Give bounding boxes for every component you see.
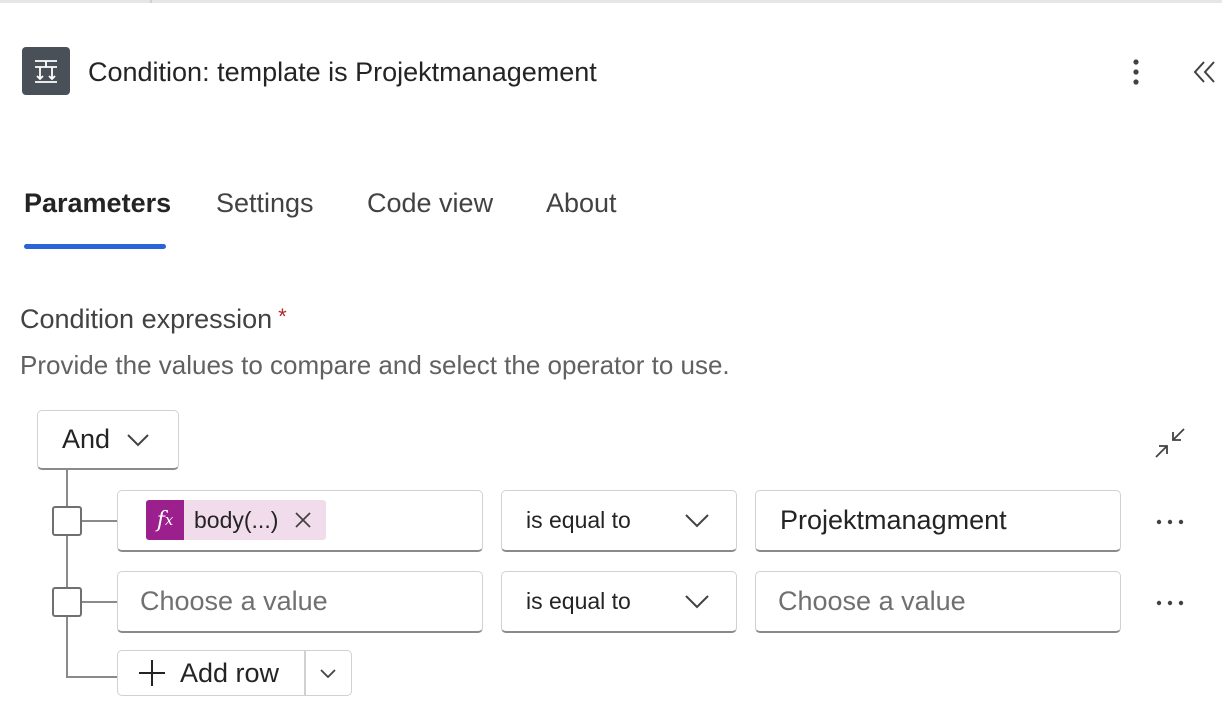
row-select-checkbox[interactable] xyxy=(52,506,82,536)
right-operand-input[interactable]: Choose a value xyxy=(755,571,1121,633)
group-operator-select[interactable]: And xyxy=(37,410,179,470)
more-horizontal-icon xyxy=(1156,519,1184,525)
left-operand-input[interactable]: Choose a value xyxy=(117,571,483,633)
chevron-down-icon xyxy=(126,433,150,447)
fx-subscript: x xyxy=(164,511,174,529)
condition-description: Provide the values to compare and select… xyxy=(20,350,730,380)
chevron-down-icon xyxy=(684,513,710,528)
tab-code-view[interactable]: Code view xyxy=(367,188,493,219)
chevron-down-icon xyxy=(684,594,710,609)
field-label-text: Condition expression xyxy=(20,304,273,334)
condition-expression-label: Condition expression * xyxy=(20,304,287,335)
right-operand-input[interactable]: Projektmanagment xyxy=(755,490,1121,552)
plus-icon xyxy=(139,660,165,686)
expression-token[interactable]: fx body(...) xyxy=(146,500,327,540)
left-operand-placeholder: Choose a value xyxy=(140,586,328,616)
add-row-split-button: Add row xyxy=(117,650,352,696)
right-operand-value: Projektmanagment xyxy=(780,505,1007,535)
operator-select[interactable]: is equal to xyxy=(501,571,737,633)
tab-parameters[interactable]: Parameters xyxy=(24,188,171,219)
operator-value: is equal to xyxy=(526,588,631,614)
close-icon[interactable] xyxy=(294,511,312,529)
chevron-down-icon xyxy=(320,668,336,678)
required-marker: * xyxy=(278,304,287,329)
add-row-button[interactable]: Add row xyxy=(118,651,304,695)
tab-settings[interactable]: Settings xyxy=(216,188,314,219)
more-vertical-icon xyxy=(1133,59,1139,85)
more-options-button[interactable] xyxy=(1120,54,1152,90)
fx-letter: f xyxy=(156,507,165,533)
more-horizontal-icon xyxy=(1156,600,1184,606)
row-more-button[interactable] xyxy=(1150,507,1190,537)
row-select-checkbox[interactable] xyxy=(52,587,82,617)
collapse-rows-button[interactable] xyxy=(1150,424,1190,462)
token-label: body(...) xyxy=(194,506,279,533)
tree-branch xyxy=(66,676,118,678)
active-tab-indicator xyxy=(24,244,166,249)
page-title: Condition: template is Projektmanagement xyxy=(88,57,597,87)
tree-connector xyxy=(66,470,68,678)
left-operand-input[interactable]: fx body(...) xyxy=(117,490,483,552)
function-icon: fx xyxy=(146,500,184,540)
collapse-arrows-icon xyxy=(1155,428,1185,458)
operator-select[interactable]: is equal to xyxy=(501,490,737,552)
top-divider xyxy=(0,0,1222,3)
operator-value: is equal to xyxy=(526,507,631,533)
row-more-button[interactable] xyxy=(1150,588,1190,618)
group-operator-value: And xyxy=(62,424,111,454)
condition-icon xyxy=(22,47,70,95)
chevron-double-left-icon xyxy=(1193,61,1215,83)
right-operand-placeholder: Choose a value xyxy=(778,586,966,616)
add-row-menu-button[interactable] xyxy=(306,651,352,695)
add-row-label: Add row xyxy=(180,657,280,688)
collapse-panel-button[interactable] xyxy=(1190,56,1220,88)
tab-about[interactable]: About xyxy=(546,188,617,219)
